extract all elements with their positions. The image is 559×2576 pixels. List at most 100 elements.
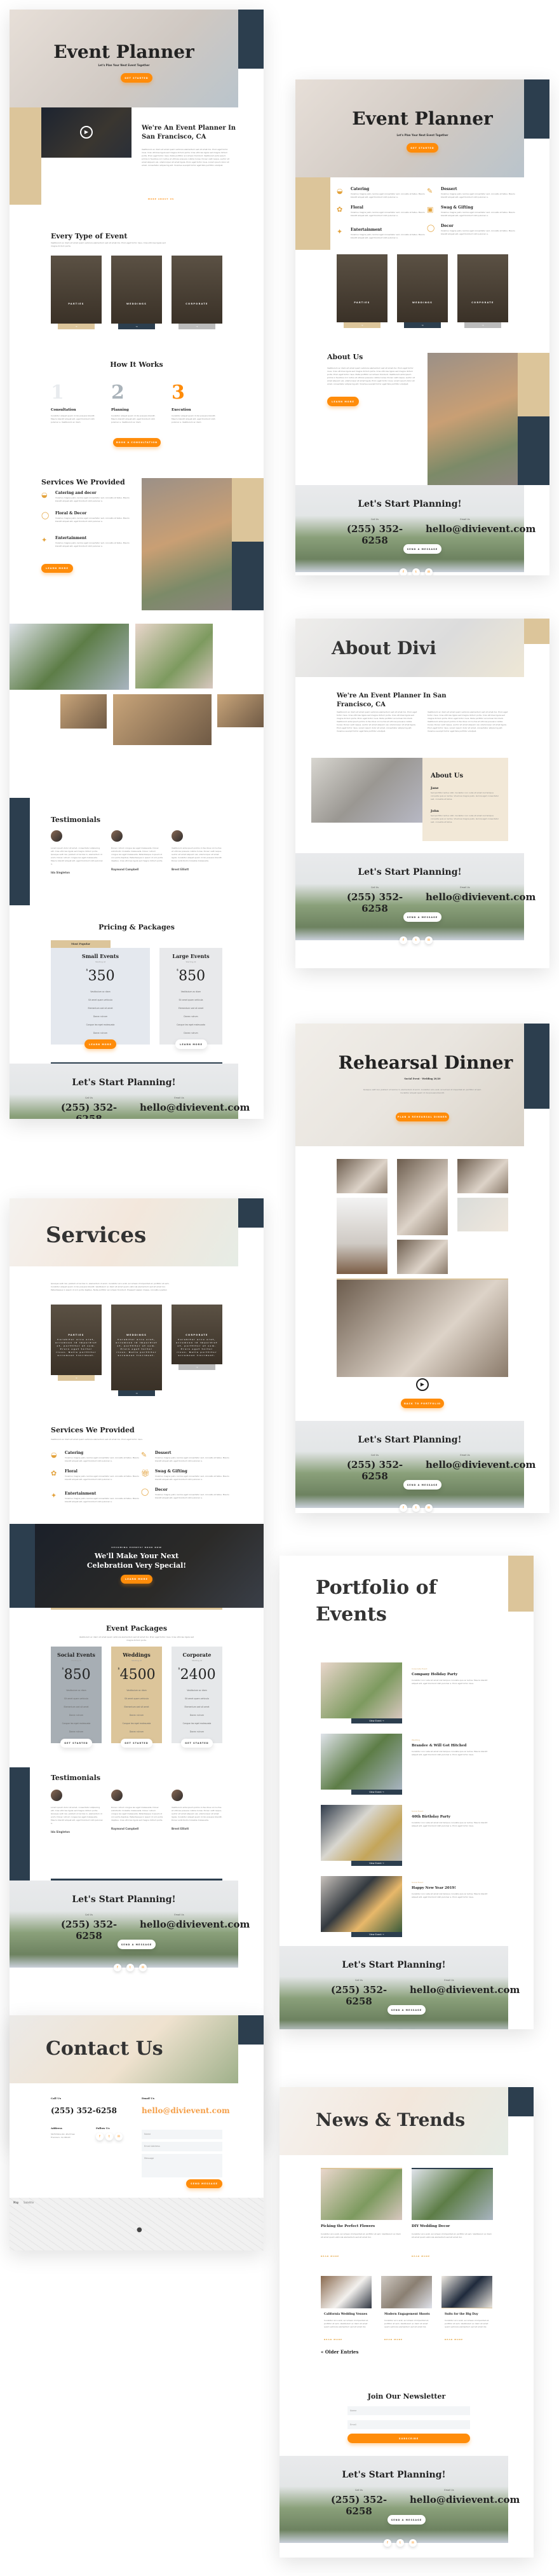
read-more-link[interactable]: READ MORE <box>412 2255 430 2257</box>
learn-more-button[interactable]: LEARN MORE <box>327 397 359 406</box>
twitter-icon[interactable]: t <box>105 2133 113 2141</box>
tile-arrow-button[interactable]: → <box>344 322 381 328</box>
read-more-link[interactable]: READ MORE <box>324 2338 342 2341</box>
email-input[interactable]: Email Address <box>142 2142 222 2151</box>
email-icon[interactable]: ✉ <box>139 1964 147 1971</box>
read-more-link[interactable]: READ MORE <box>384 2338 403 2341</box>
read-more-link[interactable]: READ MORE <box>321 2255 339 2257</box>
post-image[interactable] <box>441 2276 492 2308</box>
plan-rehearsal-button[interactable]: PLAN A REHEARSAL DINNER <box>396 1113 449 1121</box>
post-image[interactable] <box>412 2168 493 2220</box>
event-type-tile[interactable]: PARTIES <box>51 256 102 324</box>
twitter-icon[interactable]: t <box>126 1964 134 1971</box>
map[interactable]: Map Satellite ● <box>10 2198 264 2251</box>
tile-arrow-button[interactable]: → <box>58 1375 95 1381</box>
service-tile[interactable]: CORPORATE Curabitur arcu erat, accumsan i… <box>172 1305 222 1364</box>
post-title[interactable]: Modern Engagement Shoots <box>384 2313 430 2316</box>
footer-email[interactable]: hello@divievent.com <box>140 1102 250 1113</box>
event-type-tile[interactable]: WEDDINGS <box>111 256 162 324</box>
post-image[interactable] <box>321 2168 402 2220</box>
learn-more-button[interactable]: LEARN MORE <box>84 1039 116 1049</box>
event-type-tile[interactable]: WEDDINGS <box>397 254 448 322</box>
tile-arrow-button[interactable]: → <box>404 322 441 328</box>
post-title[interactable]: Picking the Perfect Flowers <box>321 2224 375 2228</box>
send-message-button[interactable]: SEND A MESSAGE <box>387 2005 426 2015</box>
send-message-button[interactable]: SEND A MESSAGE <box>403 1480 441 1490</box>
older-entries-link[interactable]: « Older Entries <box>321 2349 358 2355</box>
facebook-icon[interactable]: f <box>96 2133 104 2141</box>
newsletter-email-input[interactable]: Email <box>347 2420 470 2429</box>
tile-arrow-button[interactable]: → <box>118 324 155 329</box>
twitter-icon[interactable]: t <box>412 936 420 944</box>
rehearsal-video[interactable]: ▶ <box>337 1278 508 1391</box>
post-image[interactable] <box>321 2276 372 2308</box>
footer-phone[interactable]: (255) 352-6258 <box>60 1102 118 1119</box>
post-title[interactable]: DIY Wedding Decor <box>412 2224 450 2228</box>
footer-phone[interactable]: (255) 352-6258 <box>330 1984 387 2007</box>
facebook-icon[interactable]: f <box>400 1504 407 1512</box>
get-started-button[interactable]: GET STARTED <box>60 1739 92 1748</box>
event-type-tile[interactable]: PARTIES <box>337 254 387 322</box>
map-tab[interactable]: Map <box>13 2201 18 2204</box>
map-tab[interactable]: Satellite <box>24 2201 34 2204</box>
intro-video-thumbnail[interactable]: ▶ <box>41 107 131 158</box>
email-icon[interactable]: ✉ <box>115 2133 123 2141</box>
newsletter-name-input[interactable]: Name <box>347 2406 470 2415</box>
get-started-button[interactable]: GET STARTED <box>181 1739 213 1748</box>
event-type-tile[interactable]: CORPORATE <box>172 256 222 324</box>
subscribe-button[interactable]: SUBSCRIBE <box>347 2434 470 2443</box>
email-icon[interactable]: ✉ <box>425 936 433 944</box>
view-event-button[interactable]: View Event → <box>351 1790 402 1795</box>
twitter-icon[interactable]: t <box>412 568 420 575</box>
footer-email[interactable]: hello@divievent.com <box>426 1459 535 1470</box>
learn-more-button[interactable]: LEARN MORE <box>41 564 73 573</box>
service-tile[interactable]: WEDDINGS Curabitur arcu erat, accumsan id… <box>111 1305 162 1390</box>
post-title[interactable]: California Wedding Venues <box>324 2313 367 2316</box>
send-message-button[interactable]: SEND A MESSAGE <box>403 544 441 554</box>
play-icon[interactable]: ▶ <box>80 126 93 139</box>
facebook-icon[interactable]: f <box>384 2539 391 2547</box>
tile-arrow-button[interactable]: → <box>178 1364 215 1370</box>
view-event-button[interactable]: View Event → <box>351 1861 402 1866</box>
footer-phone[interactable]: (255) 352-6258 <box>330 2494 387 2517</box>
footer-email[interactable]: hello@divievent.com <box>426 523 535 535</box>
footer-email[interactable]: hello@divievent.com <box>426 891 535 903</box>
name-input[interactable]: Name <box>142 2130 222 2139</box>
footer-email[interactable]: hello@divievent.com <box>410 2494 520 2505</box>
footer-phone[interactable]: (255) 352-6258 <box>60 1919 118 1942</box>
footer-email[interactable]: hello@divievent.com <box>410 1984 520 1996</box>
email-icon[interactable]: ✉ <box>409 2539 417 2547</box>
footer-phone[interactable]: (255) 352-6258 <box>346 523 403 546</box>
twitter-icon[interactable]: t <box>396 2539 404 2547</box>
book-consultation-button[interactable]: BOOK A CONSULTATION <box>113 438 161 447</box>
tile-arrow-button[interactable]: → <box>58 324 95 329</box>
footer-phone[interactable]: (255) 352-6258 <box>346 891 403 914</box>
view-event-button[interactable]: View Event → <box>351 1932 402 1937</box>
send-message-button[interactable]: SEND A MESSAGE <box>403 912 441 922</box>
play-icon[interactable]: ▶ <box>416 1378 429 1391</box>
facebook-icon[interactable]: f <box>114 1964 121 1971</box>
send-message-button[interactable]: SEND A MESSAGE <box>387 2515 426 2525</box>
post-image[interactable] <box>381 2276 432 2308</box>
service-tile[interactable]: PARTIES Curabitur arcu erat, accumsan id … <box>51 1305 102 1375</box>
learn-more-button[interactable]: LEARN MORE <box>175 1039 207 1049</box>
back-to-portfolio-button[interactable]: BACK TO PORTFOLIO <box>401 1399 444 1408</box>
facebook-icon[interactable]: f <box>400 936 407 944</box>
message-textarea[interactable]: Message <box>142 2154 222 2177</box>
post-title[interactable]: Suits for the Big Day <box>445 2313 478 2316</box>
facebook-icon[interactable]: f <box>400 568 407 575</box>
view-event-button[interactable]: View Event → <box>351 1718 402 1723</box>
get-started-button[interactable]: GET STARTED <box>121 73 152 83</box>
tile-arrow-button[interactable]: → <box>464 322 501 328</box>
send-message-button[interactable]: SEND A MESSAGE <box>118 1940 156 1949</box>
footer-email[interactable]: hello@divievent.com <box>140 1919 250 1930</box>
event-type-tile[interactable]: CORPORATE <box>457 254 508 322</box>
read-more-link[interactable]: READ MORE <box>445 2338 463 2341</box>
email-icon[interactable]: ✉ <box>425 568 433 575</box>
get-started-button[interactable]: GET STARTED <box>407 143 438 153</box>
email-icon[interactable]: ✉ <box>425 1504 433 1512</box>
contact-email[interactable]: hello@divievent.com <box>142 2106 230 2115</box>
get-started-button[interactable]: GET STARTED <box>121 1739 152 1748</box>
footer-phone[interactable]: (255) 352-6258 <box>346 1459 403 1482</box>
learn-more-button[interactable]: LEARN MORE <box>121 1575 152 1584</box>
